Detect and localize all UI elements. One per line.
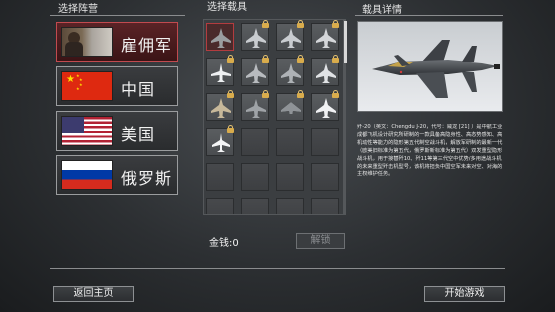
aircraft-slot[interactable] bbox=[276, 20, 304, 51]
lock-icon bbox=[297, 90, 304, 98]
aircraft-slot[interactable] bbox=[206, 23, 234, 51]
header-divider bbox=[355, 15, 503, 16]
jet-icon bbox=[316, 98, 336, 118]
faction-button-mercenary[interactable]: 雇佣军 bbox=[56, 22, 178, 62]
aircraft-slot[interactable] bbox=[311, 55, 339, 86]
lock-icon bbox=[297, 55, 304, 63]
aircraft-grid bbox=[203, 19, 344, 215]
aircraft-slot[interactable] bbox=[241, 55, 269, 86]
jet-icon bbox=[212, 133, 230, 152]
aircraft-slot-empty bbox=[311, 128, 339, 156]
aircraft-slot-empty bbox=[206, 163, 234, 191]
aircraft-slot[interactable] bbox=[241, 90, 269, 121]
faction-label: 中国 bbox=[121, 80, 156, 99]
faction-button-russia[interactable]: 俄罗斯 bbox=[56, 155, 178, 195]
aircraft-slot[interactable] bbox=[206, 90, 234, 121]
j20-jet-icon bbox=[372, 40, 500, 98]
lock-icon bbox=[227, 125, 234, 133]
jet-icon bbox=[316, 63, 336, 83]
lock-icon bbox=[297, 20, 304, 28]
back-home-button[interactable]: 返回主页 bbox=[53, 286, 134, 302]
aircraft-section-title: 选择载具 bbox=[207, 2, 247, 13]
jet-icon bbox=[211, 63, 231, 82]
money-display: 金钱:0 bbox=[209, 238, 239, 249]
aircraft-slot-empty bbox=[206, 198, 234, 214]
aircraft-slot[interactable] bbox=[276, 55, 304, 86]
aircraft-slot[interactable] bbox=[206, 125, 234, 156]
aircraft-preview-image bbox=[357, 21, 503, 112]
lock-icon bbox=[332, 90, 339, 98]
grid-scrollbar-thumb[interactable] bbox=[344, 21, 347, 63]
lock-icon bbox=[227, 55, 234, 63]
details-section-title: 载具详情 bbox=[362, 5, 402, 16]
faction-section-title: 选择阵营 bbox=[58, 4, 98, 15]
start-game-button[interactable]: 开始游戏 bbox=[424, 286, 505, 302]
aircraft-description: 歼-20（英文：Chengdu J-20，代号：威龙 [21] ）是中航工业成都… bbox=[357, 124, 503, 178]
unlock-button[interactable]: 解锁 bbox=[296, 233, 345, 249]
lock-icon bbox=[262, 90, 269, 98]
aircraft-slot-empty bbox=[241, 128, 269, 156]
aircraft-slot[interactable] bbox=[311, 20, 339, 51]
faction-label: 俄罗斯 bbox=[121, 169, 173, 188]
header-divider bbox=[50, 15, 185, 16]
jet-icon bbox=[211, 28, 231, 48]
lock-icon bbox=[227, 90, 234, 98]
jet-icon bbox=[246, 28, 266, 48]
aircraft-slot-empty bbox=[241, 198, 269, 214]
aircraft-slot[interactable] bbox=[241, 20, 269, 51]
china-flag-icon: ★ ★ ★ ★ ★ bbox=[61, 71, 113, 101]
usa-flag-icon bbox=[61, 116, 113, 146]
aircraft-slot[interactable] bbox=[311, 90, 339, 121]
lock-icon bbox=[262, 20, 269, 28]
aircraft-slot-empty bbox=[276, 198, 304, 214]
jet-icon bbox=[246, 63, 266, 83]
faction-button-china[interactable]: ★ ★ ★ ★ ★ 中国 bbox=[56, 66, 178, 106]
jet-icon bbox=[281, 28, 301, 48]
aircraft-slot-empty bbox=[276, 163, 304, 191]
faction-label: 美国 bbox=[121, 125, 156, 144]
lock-icon bbox=[262, 55, 269, 63]
aircraft-slot-empty bbox=[276, 128, 304, 156]
aircraft-slot-empty bbox=[311, 198, 339, 214]
lock-icon bbox=[332, 20, 339, 28]
aircraft-slot-empty bbox=[241, 163, 269, 191]
aircraft-slot[interactable] bbox=[206, 55, 234, 86]
faction-label: 雇佣军 bbox=[121, 36, 173, 55]
aircraft-slot-empty bbox=[311, 163, 339, 191]
jet-icon bbox=[246, 99, 266, 118]
russia-flag-icon bbox=[61, 160, 113, 190]
aircraft-slot[interactable] bbox=[276, 90, 304, 121]
mercenary-emblem-icon bbox=[61, 27, 113, 57]
jet-icon bbox=[211, 98, 231, 118]
jet-icon bbox=[281, 102, 301, 114]
footer-divider bbox=[50, 268, 505, 269]
faction-button-usa[interactable]: 美国 bbox=[56, 111, 178, 151]
lock-icon bbox=[332, 55, 339, 63]
jet-icon bbox=[316, 28, 336, 48]
jet-icon bbox=[281, 63, 301, 83]
